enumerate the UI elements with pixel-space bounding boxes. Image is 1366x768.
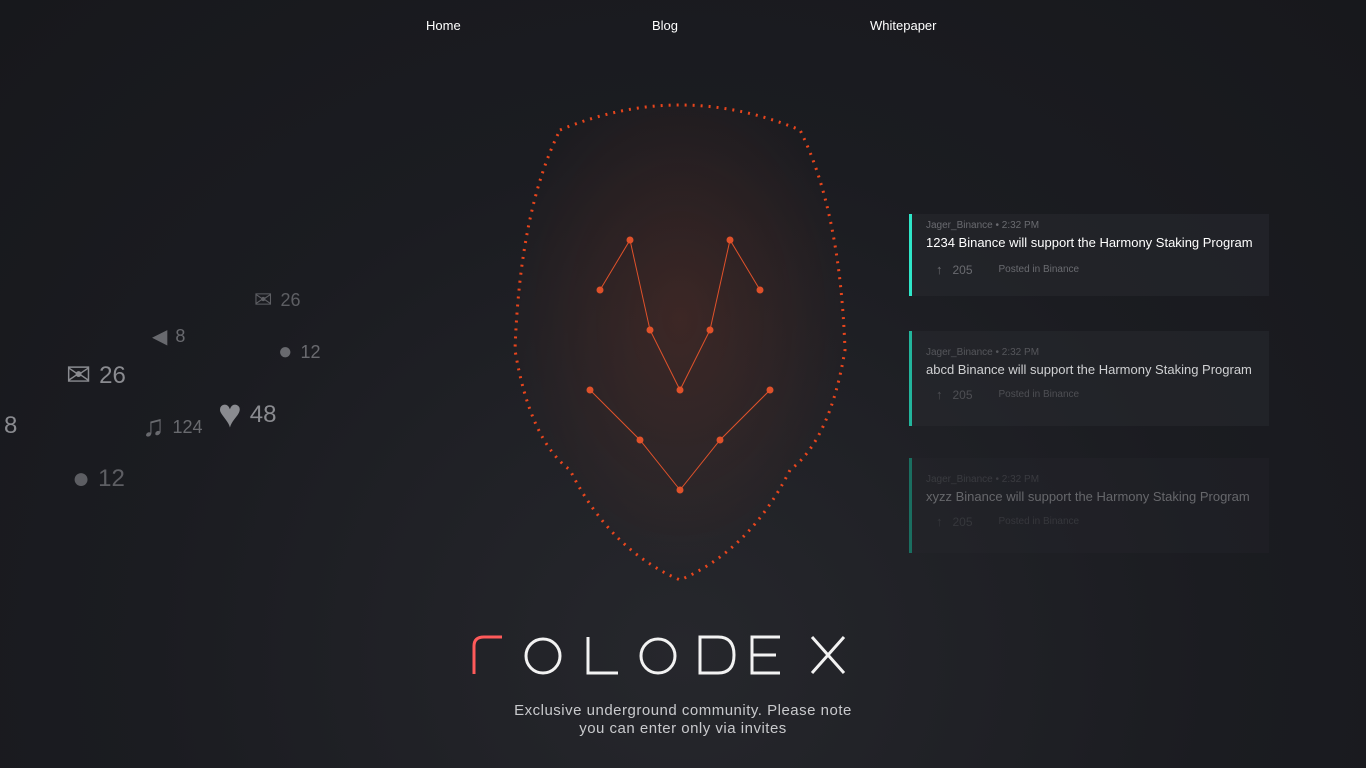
decor-count: 26 xyxy=(99,361,126,389)
post-card[interactable]: Jager_Binance • 2:32 PM abcd Binance wil… xyxy=(909,331,1269,426)
rolodex-logo xyxy=(472,635,846,675)
mail-icon: ✉ xyxy=(66,359,92,392)
post-time: 2:32 PM xyxy=(1001,474,1040,485)
decor-count: 12 xyxy=(98,465,125,492)
decor-user: ● 12 xyxy=(72,462,125,496)
decor-count: 12 xyxy=(300,341,321,362)
post-title[interactable]: abcd Binance will support the Harmony St… xyxy=(926,362,1255,377)
decor-count: 48 xyxy=(249,400,277,428)
tagline: Exclusive underground community. Please … xyxy=(433,702,933,738)
nav-home[interactable]: Home xyxy=(426,18,461,33)
decor-mail: ✉ 26 xyxy=(66,358,126,393)
post-author[interactable]: Jager_Binance xyxy=(926,220,993,231)
megaphone-icon: ◀ xyxy=(152,326,168,348)
post-title[interactable]: 1234 Binance will support the Harmony St… xyxy=(926,235,1255,250)
face-particle-illustration xyxy=(513,103,847,582)
decor-user: ● 12 xyxy=(278,338,321,366)
decor-mail: ✉ 26 xyxy=(254,287,300,313)
posted-in: Posted in Binance xyxy=(998,389,1080,400)
upvote-icon[interactable]: ↑ xyxy=(936,387,943,402)
decor-heart: ♥ 48 xyxy=(218,392,276,437)
nav-blog[interactable]: Blog xyxy=(652,18,678,33)
post-time: 2:32 PM xyxy=(1001,347,1040,358)
post-meta: Jager_Binance • 2:32 PM xyxy=(926,220,1040,231)
tagline-line-2: you can enter only via invites xyxy=(579,720,787,737)
vote-count: 205 xyxy=(952,514,973,529)
posted-in: Posted in Binance xyxy=(998,264,1080,275)
user-icon: ● xyxy=(72,462,91,495)
music-icon: ♫ xyxy=(142,410,165,443)
posted-in: Posted in Binance xyxy=(998,516,1080,527)
vote-count: 205 xyxy=(952,387,973,402)
post-meta: Jager_Binance • 2:32 PM xyxy=(926,474,1040,485)
decor-count: 124 xyxy=(172,416,203,437)
vote-count: 205 xyxy=(952,262,973,277)
decor-count-only: 8 xyxy=(4,412,17,440)
post-title[interactable]: xyzz Binance will support the Harmony St… xyxy=(926,489,1255,504)
upvote-icon[interactable]: ↑ xyxy=(936,262,943,277)
post-meta: Jager_Binance • 2:32 PM xyxy=(926,347,1040,358)
tagline-line-1: Exclusive underground community. Please … xyxy=(514,702,852,719)
post-time: 2:32 PM xyxy=(1001,220,1040,231)
post-card[interactable]: Jager_Binance • 2:32 PM xyzz Binance wil… xyxy=(909,458,1269,553)
upvote-icon[interactable]: ↑ xyxy=(936,514,943,529)
post-card[interactable]: Jager_Binance • 2:32 PM 1234 Binance wil… xyxy=(909,214,1269,296)
heart-icon: ♥ xyxy=(218,392,242,436)
mail-icon: ✉ xyxy=(254,287,273,312)
nav-whitepaper[interactable]: Whitepaper xyxy=(870,18,936,33)
decor-count: 8 xyxy=(4,412,18,439)
user-icon: ● xyxy=(278,338,293,365)
decor-count: 8 xyxy=(175,326,186,346)
post-author[interactable]: Jager_Binance xyxy=(926,347,993,358)
decor-music: ♫ 124 xyxy=(142,410,203,444)
post-author[interactable]: Jager_Binance xyxy=(926,474,993,485)
decor-megaphone: ◀ 8 xyxy=(152,324,185,349)
decor-count: 26 xyxy=(280,289,301,310)
